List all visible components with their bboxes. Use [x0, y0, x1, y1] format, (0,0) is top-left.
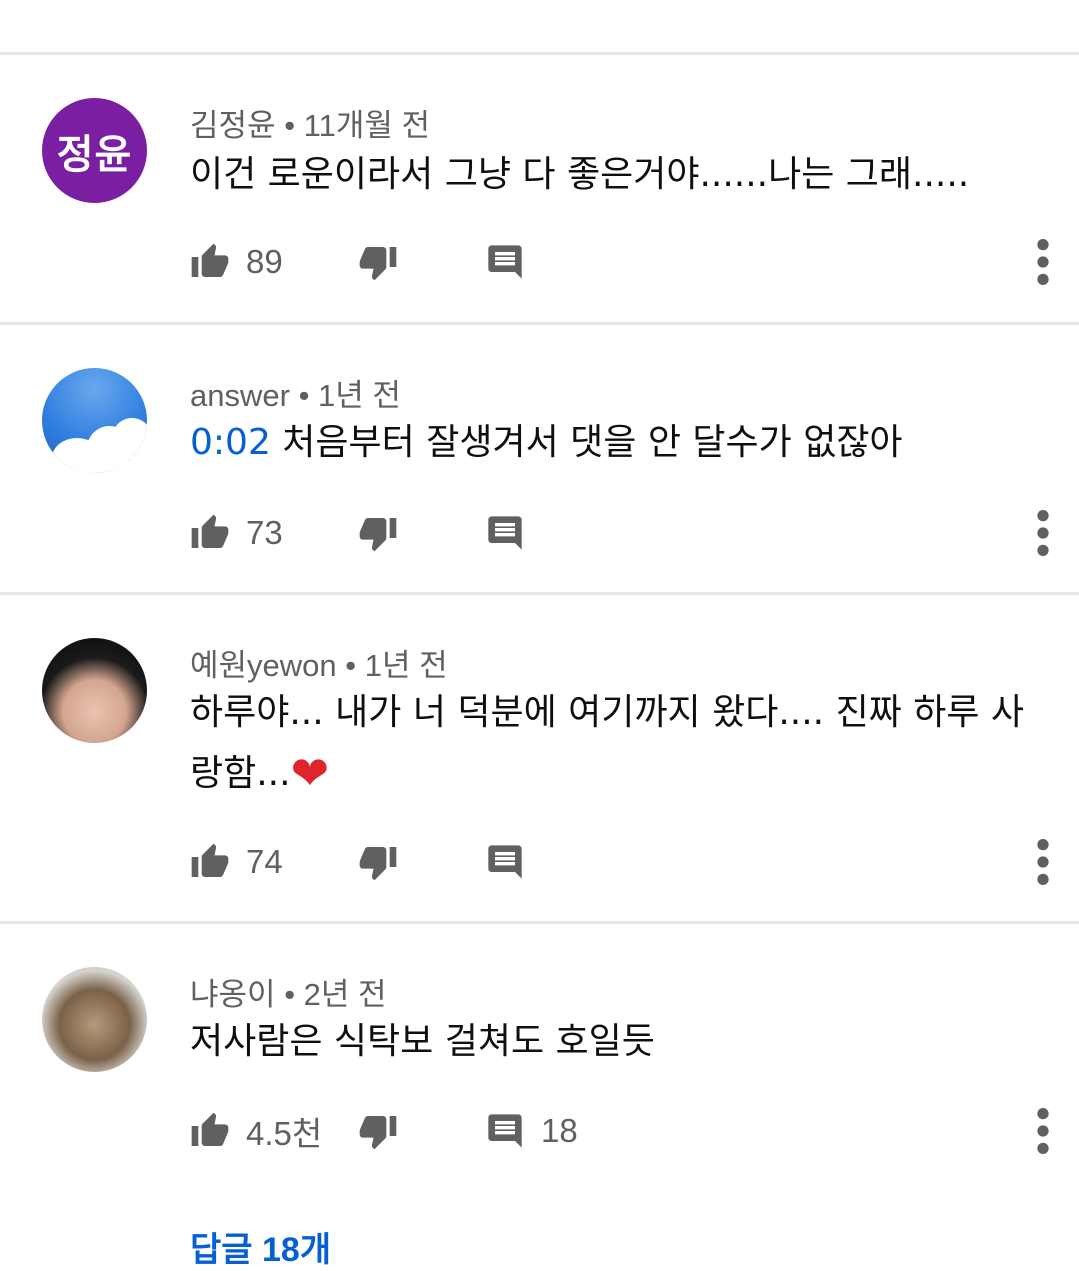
like-count: 74	[246, 843, 283, 880]
more-vert-icon	[1037, 1108, 1049, 1154]
more-options-button[interactable]	[1036, 836, 1050, 892]
thumb-up-icon	[191, 514, 229, 548]
heart-emoji: ❤	[290, 746, 330, 800]
comment-icon	[488, 845, 522, 879]
thumb-down-icon	[359, 847, 397, 881]
comment-time: 11개월 전	[303, 108, 431, 143]
timestamp-link[interactable]: 0:02	[190, 422, 271, 463]
comment-actions: 73	[190, 510, 1050, 556]
comment-meta: answer • 1년 전	[190, 370, 401, 415]
more-options-button[interactable]	[1036, 507, 1050, 563]
like-button[interactable]: 73	[190, 511, 283, 555]
thumb-down-icon	[359, 1116, 397, 1150]
comment-text: 이건 로운이라서 그냥 다 좋은거야......나는 그래.....	[190, 145, 1040, 205]
avatar[interactable]	[42, 368, 147, 473]
dislike-button[interactable]	[358, 240, 398, 284]
comment-text-content: 저사람은 식탁보 걸쳐도 호일듯	[190, 1021, 655, 1062]
reply-button[interactable]	[485, 511, 525, 555]
dislike-button[interactable]	[358, 1109, 398, 1153]
author-name[interactable]: answer	[190, 378, 290, 413]
reply-button[interactable]	[485, 840, 525, 884]
thumb-up-icon	[191, 843, 229, 877]
comment-time: 1년 전	[318, 378, 401, 413]
comment-meta: 예원yewon • 1년 전	[190, 640, 448, 685]
comment-item: answer • 1년 전 0:02 처음부터 잘생겨서 댓을 안 달수가 없잖…	[0, 325, 1079, 593]
top-strip	[0, 0, 1079, 53]
author-name[interactable]: 김정윤	[190, 108, 276, 143]
separator: •	[345, 648, 357, 683]
avatar[interactable]: 정윤	[42, 98, 147, 203]
dislike-button[interactable]	[358, 511, 398, 555]
more-vert-icon	[1037, 239, 1049, 285]
more-options-button[interactable]	[1036, 1105, 1050, 1161]
like-count: 73	[246, 514, 283, 551]
thumb-up-icon	[191, 1112, 229, 1146]
reply-button[interactable]	[485, 240, 525, 284]
comment-icon	[488, 1114, 522, 1148]
avatar[interactable]	[42, 967, 147, 1072]
more-vert-icon	[1037, 510, 1049, 556]
comment-item: 정윤 김정윤 • 11개월 전 이건 로운이라서 그냥 다 좋은거야......…	[0, 55, 1079, 323]
comment-actions: 74	[190, 839, 1050, 885]
thumb-up-icon	[191, 243, 229, 277]
view-replies-link[interactable]: 답글 18개	[190, 1222, 331, 1271]
separator: •	[284, 977, 296, 1012]
comment-icon	[488, 516, 522, 550]
comment-text: 0:02 처음부터 잘생겨서 댓을 안 달수가 없잖아	[190, 413, 1040, 473]
comment-text: 저사람은 식탁보 걸쳐도 호일듯	[190, 1012, 1040, 1072]
more-vert-icon	[1037, 839, 1049, 885]
separator: •	[284, 108, 296, 143]
comment-actions: 4.5천 18	[190, 1108, 1050, 1154]
comment-text-content: 이건 로운이라서 그냥 다 좋은거야......나는 그래.....	[190, 154, 970, 195]
more-options-button[interactable]	[1036, 236, 1050, 292]
avatar-initials: 정윤	[56, 131, 133, 178]
comment-time: 1년 전	[364, 648, 448, 683]
comment-text-content: 처음부터 잘생겨서 댓을 안 달수가 없잖아	[282, 422, 903, 463]
author-name[interactable]: 예원yewon	[190, 648, 337, 683]
comment-meta: 김정윤 • 11개월 전	[190, 100, 430, 145]
comment-time: 2년 전	[303, 977, 387, 1012]
comment-meta: 냐옹이 • 2년 전	[190, 969, 387, 1014]
like-button[interactable]: 89	[190, 240, 283, 284]
like-button[interactable]: 74	[190, 840, 283, 884]
like-count: 89	[246, 243, 283, 280]
comment-item: 예원yewon • 1년 전 하루야... 내가 너 덕분에 여기까지 왔다..…	[0, 595, 1079, 922]
cloud-shape	[112, 418, 147, 458]
author-name[interactable]: 냐옹이	[190, 977, 276, 1012]
reply-count: 18	[541, 1112, 578, 1149]
thumb-down-icon	[359, 518, 397, 552]
like-button[interactable]: 4.5천	[190, 1109, 322, 1153]
reply-button[interactable]: 18	[485, 1109, 578, 1153]
like-count: 4.5천	[246, 1115, 323, 1152]
thumb-down-icon	[359, 247, 397, 281]
comment-text: 하루야... 내가 너 덕분에 여기까지 왔다.... 진짜 하루 사랑함...…	[190, 683, 1040, 804]
dislike-button[interactable]	[358, 840, 398, 884]
comment-icon	[488, 245, 522, 279]
avatar[interactable]	[42, 638, 147, 743]
comment-actions: 89	[190, 239, 1050, 285]
separator: •	[298, 378, 310, 413]
comment-item: 냐옹이 • 2년 전 저사람은 식탁보 걸쳐도 호일듯 4.5천 18	[0, 924, 1079, 1240]
